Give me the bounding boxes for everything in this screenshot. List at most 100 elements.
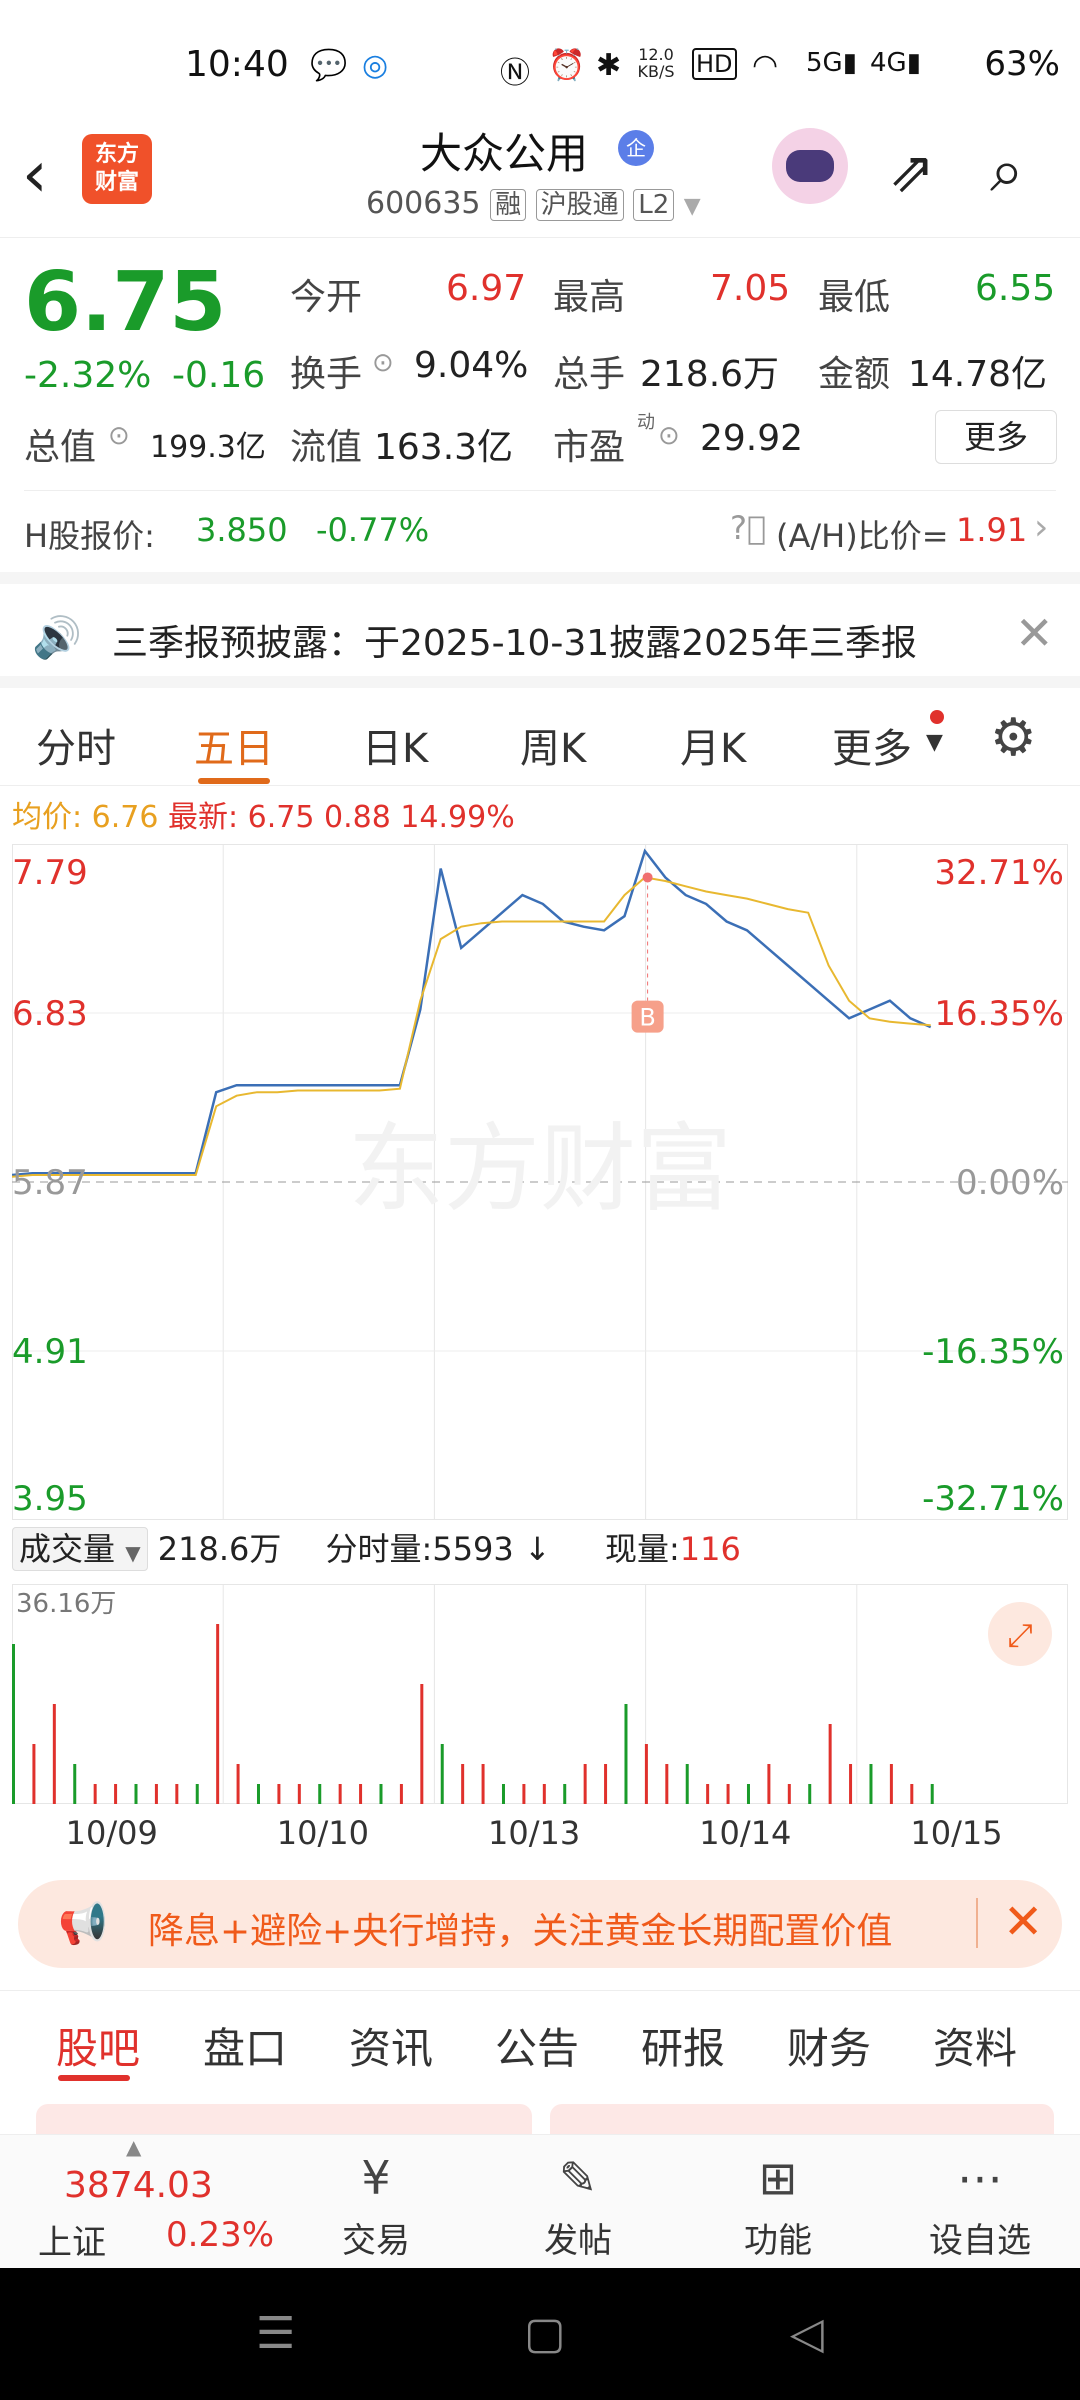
tab-weekly-k[interactable]: 周K [520,716,586,774]
volume-dropdown[interactable]: 成交量 ▼ [12,1527,148,1571]
low-label: 最低 [818,277,891,318]
market-cap-value: 199.3亿 [150,430,266,465]
volume-bar [297,1784,301,1804]
network-speed: 12.0 KB/S [637,45,675,81]
volume-bar [644,1744,648,1804]
volume-total: 218.6万 [157,1530,282,1568]
share-icon[interactable]: ⇗ [888,140,935,205]
y-tick-right: -16.35% [922,1332,1064,1372]
dropdown-triangle-icon[interactable]: ▼ [684,194,701,219]
trade-button[interactable]: ¥ 交易 [306,2151,446,2262]
volume-value: 218.6万 [640,354,780,395]
tag-level2: L2 [633,189,675,221]
menu-icon[interactable]: ☰ [256,2308,295,2359]
tab-order-book[interactable]: 盘口 [203,2015,287,2076]
volume-max-label: 36.16万 [16,1589,116,1619]
buy-marker-label: B [639,1004,655,1032]
add-watchlist-button[interactable]: ⋯ 设自选 [910,2151,1050,2262]
volume-bar [12,1644,15,1804]
more-dropdown-icon[interactable]: ▼ [926,730,943,755]
volume-bar [73,1764,77,1804]
date-axis: 10/09 10/10 10/13 10/14 10/15 [0,1806,1080,1856]
tab-five-day[interactable]: 五日 [194,716,274,774]
tab-daily-k[interactable]: 日K [362,716,428,774]
latest-label: 最新: [168,800,239,835]
notice-bar[interactable]: 🔊 三季报预披露：于2025-10-31披露2025年三季报 ✕ [0,572,1080,676]
volume-bar [114,1784,118,1804]
expand-up-icon[interactable]: ▲ [126,2135,141,2159]
now-volume-value: 116 [679,1530,741,1568]
tab-announcements[interactable]: 公告 [495,2015,579,2076]
notice-text: 三季报预披露：于2025-10-31披露2025年三季报 [112,623,917,664]
volume-bar [216,1624,220,1804]
status-bar: 10:40 💬 ◎ Ⓝ ⏰ ✱ 12.0 KB/S HD ◠ 5G▮ 4G▮ 6… [0,0,1080,120]
current-price: 6.75 [24,255,227,350]
tab-research[interactable]: 研报 [641,2015,725,2076]
volume-bar [828,1724,832,1804]
promo-text: 降息+避险+央行增持，关注黄金长期配置价值 [148,1911,893,1952]
amount-value: 14.78亿 [908,354,1048,395]
volume-bar [522,1784,526,1804]
ai-assistant-icon[interactable] [772,128,848,204]
tab-active-underline [198,778,270,784]
index-value[interactable]: 3874.03 [64,2165,213,2206]
volume-bar [277,1784,281,1804]
more-stats-button[interactable]: 更多 [935,410,1057,464]
index-name[interactable]: 上证 [38,2215,106,2264]
promo-banner[interactable]: 📢 降息+避险+央行增持，关注黄金长期配置价值 ✕ [18,1880,1062,1968]
info-icon[interactable]: ⊙ [108,421,130,451]
tab-profile[interactable]: 资料 [933,2015,1017,2076]
info-icon[interactable]: ⊙ [372,348,394,378]
volume-dropdown-label: 成交量 [19,1530,116,1568]
tab-more[interactable]: 更多 [832,716,912,774]
4g-signal-icon: 4G▮ [870,48,921,78]
tick-volume: 分时量:5593 [325,1530,514,1568]
index-change[interactable]: 0.23% [166,2215,274,2255]
post-label: 发帖 [544,2221,612,2261]
back-icon[interactable]: ◁ [790,2308,824,2359]
volume-label: 总手 [553,354,626,395]
browser-icon: ◎ [362,48,389,83]
enterprise-badge-icon: 企 [618,130,654,166]
h-share-row[interactable]: H股报价: 3.850 -0.77% ?⃝ (A/H)比价= 1.91 › [24,490,1056,570]
tag-stock-connect: 沪股通 [535,189,624,221]
home-icon[interactable]: ▢ [524,2308,566,2359]
market-cap-label: 总值 [24,427,97,468]
tab-intraday[interactable]: 分时 [36,716,116,774]
five-day-chart[interactable]: 东方财富 B 7.79 32.71% 6.83 16.35% 5.87 0.00% 4.91 -1… [12,844,1068,1520]
stock-code: 600635 [366,186,481,221]
add-watchlist-label: 设自选 [929,2221,1031,2261]
close-icon[interactable]: ✕ [1003,1894,1043,1950]
bluetooth-icon: ✱ [596,48,622,83]
volume-bar [420,1684,424,1804]
volume-bar [706,1784,710,1804]
volume-bar [604,1764,608,1804]
functions-button[interactable]: ⊞ 功能 [708,2151,848,2262]
y-tick-left: 7.79 [12,853,88,893]
date-label: 10/14 [699,1814,792,1852]
tab-monthly-k[interactable]: 月K [680,716,746,774]
avg-label: 均价: [12,800,83,835]
info-icon[interactable]: ⊙ [658,421,680,451]
y-tick-left: 4.91 [12,1332,88,1372]
gear-icon[interactable]: ⚙ [990,708,1037,768]
subtab-active-underline [58,2075,130,2081]
tab-news[interactable]: 资讯 [349,2015,433,2076]
post-button[interactable]: ✎ 发帖 [508,2151,648,2262]
back-arrow-icon[interactable]: ‹ [22,138,48,212]
high-value: 7.05 [710,268,791,309]
volume-bar [787,1784,791,1804]
close-icon[interactable]: ✕ [1015,606,1054,660]
volume-bar [726,1784,730,1804]
amount-label: 金额 [818,354,891,395]
tab-forum[interactable]: 股吧 [56,2015,140,2076]
turnover-value: 9.04% [414,345,529,386]
help-icon[interactable]: ?⃝ [730,509,766,547]
stock-header: ‹ 东方 财富 大众公用 企 600635 融 沪股通 L2 ▼ ⇗ ⌕ [0,120,1080,238]
y-tick-left: 3.95 [12,1479,88,1519]
y-tick-left: 6.83 [12,994,88,1034]
tab-financials[interactable]: 财务 [787,2015,871,2076]
alarm-icon: ⏰ [548,48,586,83]
volume-bar [481,1764,485,1804]
search-icon[interactable]: ⌕ [990,136,1024,206]
